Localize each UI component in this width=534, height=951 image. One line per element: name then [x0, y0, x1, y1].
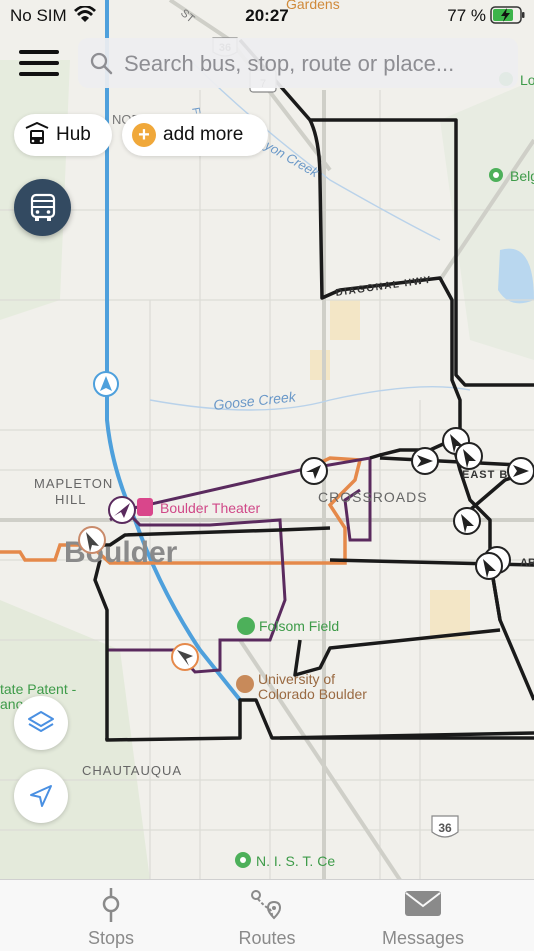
bus-marker-icon[interactable] [171, 643, 199, 671]
tab-routes[interactable]: Routes [178, 880, 356, 951]
hamburger-icon [19, 61, 59, 65]
bus-marker-icon[interactable] [453, 507, 481, 535]
bus-marker-icon[interactable] [411, 447, 439, 475]
map-label-mapleton-hill-1: MAPLETON [34, 476, 113, 491]
routes-icon [251, 890, 282, 920]
map-label-university-2: Colorado Boulder [258, 686, 367, 702]
map-label-folsom-field: Folsom Field [259, 618, 339, 634]
location-arrow-icon [30, 785, 52, 807]
tab-messages-label: Messages [381, 928, 465, 948]
bus-stop-hub-icon [25, 122, 49, 144]
menu-button[interactable] [17, 45, 61, 81]
stops-icon [102, 888, 120, 922]
hamburger-icon [19, 72, 59, 76]
tab-routes-label: Routes [238, 928, 296, 948]
battery-charging-icon [490, 6, 525, 24]
bus-marker-icon[interactable] [455, 442, 483, 470]
bus-icon [30, 193, 56, 221]
bus-marker-icon[interactable] [108, 496, 136, 524]
status-bar: No SIM 20:27 77 % [0, 0, 534, 30]
map-label-chautauqua: CHAUTAUQUA [82, 763, 182, 778]
messages-icon [405, 891, 441, 916]
map-label-ar: AR [520, 557, 534, 569]
map-label-state-patent-1: tate Patent - [0, 681, 77, 697]
map-label-lo: Lo [520, 72, 534, 88]
map-layers-button[interactable] [14, 696, 68, 750]
map-label-east-b: EAST B [462, 469, 508, 481]
map-label-university-1: University of [258, 671, 335, 687]
hub-chip-label: Hub [56, 124, 91, 145]
hub-chip[interactable]: Hub [14, 114, 112, 156]
map-label-nist: N. I. S. T. Ce [256, 853, 335, 869]
battery-percent: 77 % [447, 6, 486, 25]
add-more-chip[interactable]: + add more [122, 114, 268, 156]
map-label-mapleton-hill-2: HILL [55, 492, 86, 507]
tab-stops-label: Stops [87, 928, 135, 948]
my-location-button[interactable] [14, 769, 68, 823]
us36-shield-south: 36 [438, 821, 452, 835]
bus-marker-icon[interactable] [300, 457, 328, 485]
tab-bar: Stops Routes Messages [0, 879, 534, 951]
map-label-crossroads: CROSSROADS [318, 489, 428, 505]
plus-icon: + [132, 123, 156, 147]
tab-messages[interactable]: Messages [334, 880, 512, 951]
layers-icon [28, 711, 54, 732]
map-label-belg: Belg [510, 168, 534, 184]
search-input[interactable] [122, 46, 516, 82]
bus-filter-button[interactable] [14, 179, 71, 236]
hamburger-icon [19, 50, 59, 54]
search-bar[interactable] [78, 38, 518, 88]
add-more-label: add more [163, 124, 244, 145]
bus-marker-icon[interactable] [78, 526, 106, 554]
search-icon [90, 52, 113, 75]
tab-stops[interactable]: Stops [22, 880, 200, 951]
bus-marker-icon[interactable] [93, 371, 119, 397]
bus-marker-icon[interactable] [507, 457, 534, 485]
map-label-boulder-theater: Boulder Theater [160, 500, 260, 516]
